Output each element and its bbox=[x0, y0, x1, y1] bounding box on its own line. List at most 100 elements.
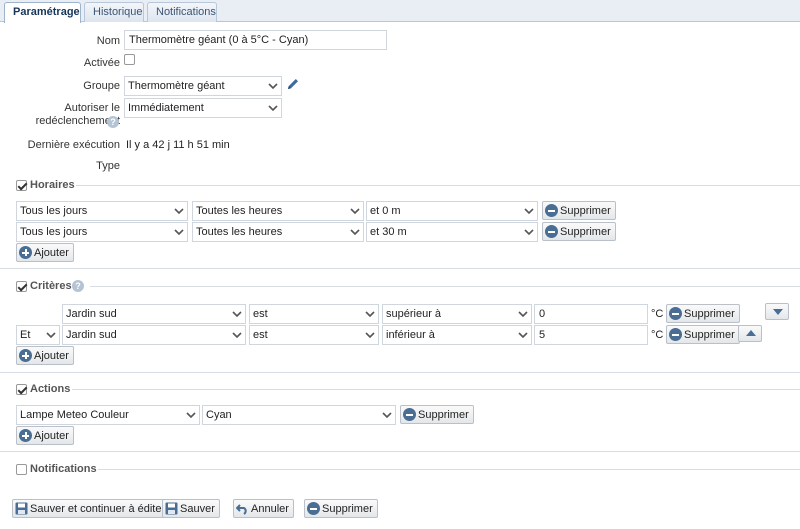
horaires-bottom-divider bbox=[0, 268, 800, 269]
chevron-down-icon bbox=[268, 105, 278, 112]
groupe-label: Groupe bbox=[83, 80, 120, 92]
horaires-row2-hours[interactable]: Toutes les heures bbox=[192, 222, 364, 242]
undo-arrow-icon bbox=[236, 504, 247, 515]
horaires-row2-days[interactable]: Tous les jours bbox=[16, 222, 188, 242]
actions-row1-value[interactable]: Cyan bbox=[202, 405, 396, 425]
save-continue-button[interactable]: Sauver et continuer à éditer bbox=[12, 499, 171, 518]
criteres-row2-device[interactable]: Jardin sud bbox=[62, 325, 246, 345]
criteres-row1-delete-button[interactable]: Supprimer bbox=[666, 304, 740, 323]
horaires-row1-days[interactable]: Tous les jours bbox=[16, 201, 188, 221]
select-value: Cyan bbox=[206, 409, 232, 421]
horaires-row1-delete-button[interactable]: Supprimer bbox=[542, 201, 616, 220]
minus-circle-icon bbox=[669, 307, 682, 320]
move-up-button[interactable] bbox=[738, 325, 762, 342]
criteres-add-button[interactable]: Ajouter bbox=[16, 346, 74, 365]
move-down-button[interactable] bbox=[765, 303, 789, 320]
notifications-title: Notifications bbox=[30, 463, 97, 475]
criteres-row2-delete-button[interactable]: Supprimer bbox=[666, 325, 740, 344]
activee-checkbox[interactable] bbox=[124, 54, 135, 65]
horaires-row1-minutes[interactable]: et 0 m bbox=[366, 201, 538, 221]
select-value: et 30 m bbox=[370, 226, 407, 238]
groupe-select[interactable]: Thermomètre géant bbox=[124, 76, 282, 96]
horaires-row2-minutes[interactable]: et 30 m bbox=[366, 222, 538, 242]
autoriser-label-line1: Autoriser le bbox=[64, 102, 120, 114]
criteres-row2-operator[interactable]: inférieur à bbox=[382, 325, 532, 345]
select-value: Lampe Meteo Couleur bbox=[20, 409, 129, 421]
help-icon[interactable]: ? bbox=[72, 280, 84, 292]
delete-button[interactable]: Supprimer bbox=[304, 499, 378, 518]
activee-label: Activée bbox=[83, 57, 120, 69]
chevron-down-icon bbox=[186, 412, 196, 419]
derniere-execution-value: Il y a 42 j 11 h 51 min bbox=[126, 139, 230, 151]
chevron-down-icon bbox=[518, 311, 528, 318]
actions-row1-delete-button[interactable]: Supprimer bbox=[400, 405, 474, 424]
chevron-down-icon bbox=[232, 332, 242, 339]
criteres-bottom-divider bbox=[0, 372, 800, 373]
criteres-divider bbox=[90, 286, 800, 287]
horaires-checkbox[interactable] bbox=[16, 180, 27, 191]
select-value: Tous les jours bbox=[20, 226, 88, 238]
actions-row1-device[interactable]: Lampe Meteo Couleur bbox=[16, 405, 200, 425]
select-value: Tous les jours bbox=[20, 205, 88, 217]
chevron-down-icon bbox=[365, 332, 375, 339]
criteres-title: Critères bbox=[30, 280, 72, 292]
actions-checkbox[interactable] bbox=[16, 384, 27, 395]
criteres-row1-value-field[interactable]: 0 bbox=[534, 304, 648, 324]
chevron-down-icon bbox=[524, 229, 534, 236]
nom-field[interactable]: Thermomètre géant (0 à 5°C - Cyan) bbox=[124, 30, 387, 50]
unit-label: °C bbox=[651, 308, 664, 320]
chevron-down-icon bbox=[174, 229, 184, 236]
arrow-down-icon bbox=[773, 309, 783, 315]
actions-divider bbox=[72, 389, 800, 390]
actions-add-button[interactable]: Ajouter bbox=[16, 426, 74, 445]
criteres-row2-verb[interactable]: est bbox=[249, 325, 379, 345]
select-value: supérieur à bbox=[386, 308, 442, 320]
minus-circle-icon bbox=[403, 408, 416, 421]
save-continue-label: Sauver et continuer à éditer bbox=[30, 502, 166, 515]
tab-notifications[interactable]: Notifications bbox=[147, 2, 217, 22]
add-label: Ajouter bbox=[34, 246, 69, 259]
chevron-down-icon bbox=[46, 332, 56, 339]
tab-parametrage[interactable]: Paramétrage bbox=[4, 2, 81, 23]
chevron-down-icon bbox=[350, 208, 360, 215]
actions-bottom-divider bbox=[0, 451, 800, 452]
select-value: Jardin sud bbox=[66, 308, 117, 320]
tab-bar: Paramétrage Historique Notifications bbox=[0, 0, 800, 23]
select-value: et 0 m bbox=[370, 205, 401, 217]
help-icon[interactable]: ? bbox=[107, 116, 119, 128]
horaires-row2-delete-button[interactable]: Supprimer bbox=[542, 222, 616, 241]
nom-label: Nom bbox=[96, 35, 120, 47]
plus-circle-icon bbox=[19, 246, 32, 259]
cancel-button[interactable]: Annuler bbox=[233, 499, 294, 518]
autoriser-select-value: Immédiatement bbox=[128, 102, 204, 114]
derniere-execution-label: Dernière exécution bbox=[27, 139, 120, 151]
add-label: Ajouter bbox=[34, 349, 69, 362]
select-value: inférieur à bbox=[386, 329, 435, 341]
notifications-divider bbox=[98, 469, 800, 470]
arrow-up-icon bbox=[746, 330, 756, 336]
plus-circle-icon bbox=[19, 349, 32, 362]
select-value: est bbox=[253, 308, 268, 320]
pencil-edit-icon[interactable] bbox=[286, 77, 300, 91]
save-button[interactable]: Sauver bbox=[162, 499, 220, 518]
cancel-label: Annuler bbox=[251, 502, 289, 515]
notifications-checkbox[interactable] bbox=[16, 464, 27, 475]
floppy-disk-icon bbox=[15, 502, 28, 515]
save-label: Sauver bbox=[180, 502, 215, 515]
tab-historique[interactable]: Historique bbox=[84, 2, 144, 22]
criteres-row2-value-field[interactable]: 5 bbox=[534, 325, 648, 345]
horaires-add-button[interactable]: Ajouter bbox=[16, 243, 74, 262]
horaires-row1-hours[interactable]: Toutes les heures bbox=[192, 201, 364, 221]
minus-circle-icon bbox=[307, 502, 320, 515]
criteres-row2-conjunction[interactable]: Et bbox=[16, 325, 60, 345]
autoriser-select[interactable]: Immédiatement bbox=[124, 98, 282, 118]
criteres-checkbox[interactable] bbox=[16, 281, 27, 292]
select-value: est bbox=[253, 329, 268, 341]
criteres-row1-verb[interactable]: est bbox=[249, 304, 379, 324]
chevron-down-icon bbox=[268, 83, 278, 90]
chevron-down-icon bbox=[382, 412, 392, 419]
delete-label: Supprimer bbox=[418, 408, 469, 421]
criteres-row1-operator[interactable]: supérieur à bbox=[382, 304, 532, 324]
criteres-row1-device[interactable]: Jardin sud bbox=[62, 304, 246, 324]
delete-label: Supprimer bbox=[560, 204, 611, 217]
